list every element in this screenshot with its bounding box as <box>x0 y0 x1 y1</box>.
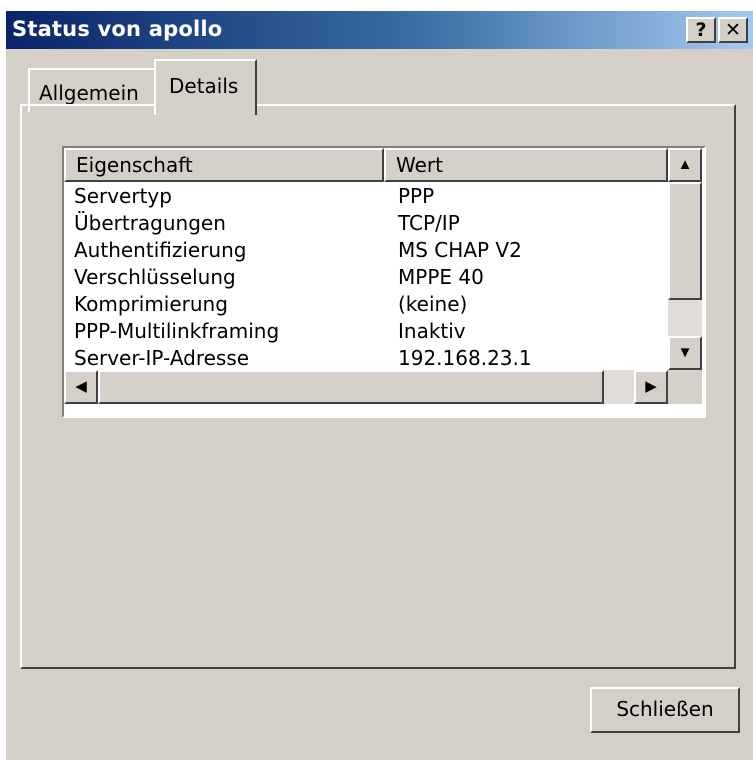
property-name: Komprimierung <box>74 292 228 316</box>
property-name: Übertragungen <box>74 211 226 235</box>
close-window-button[interactable]: ✕ <box>718 17 748 43</box>
title-bar[interactable]: Status von apollo ? ✕ <box>6 11 753 49</box>
property-name: Servertyp <box>74 184 172 208</box>
list-item[interactable]: Servertyp PPP <box>64 182 668 209</box>
list-item[interactable]: Authentifizierung MS CHAP V2 <box>64 236 668 263</box>
property-value: TCP/IP <box>398 211 460 235</box>
property-name: PPP-Multilinkframing <box>74 319 280 343</box>
property-name: Authentifizierung <box>74 238 247 262</box>
vertical-scroll-thumb[interactable] <box>668 182 702 300</box>
scroll-down-icon[interactable]: ▼ <box>668 336 702 370</box>
close-button[interactable]: Schließen <box>590 687 740 733</box>
column-header-eigenschaft[interactable]: Eigenschaft <box>64 148 384 182</box>
horizontal-scroll-thumb[interactable] <box>98 370 604 404</box>
list-item[interactable]: PPP-Multilinkframing Inaktiv <box>64 317 668 344</box>
help-button[interactable]: ? <box>686 17 716 43</box>
list-item[interactable]: Komprimierung (keine) <box>64 290 668 317</box>
property-value: (keine) <box>398 292 468 316</box>
properties-list[interactable]: Eigenschaft Wert Servertyp PPP Übertragu… <box>62 146 706 418</box>
column-header-wert[interactable]: Wert <box>384 148 668 182</box>
list-item[interactable]: Übertragungen TCP/IP <box>64 209 668 236</box>
scroll-left-icon[interactable]: ◀ <box>64 370 98 404</box>
property-name: Server-IP-Adresse <box>74 346 250 370</box>
property-value: PPP <box>398 184 435 208</box>
list-rows: Servertyp PPP Übertragungen TCP/IP Authe… <box>64 182 668 370</box>
property-name: Verschlüsselung <box>74 265 236 289</box>
horizontal-scrollbar[interactable]: ◀ ▶ <box>64 370 668 404</box>
scroll-right-icon[interactable]: ▶ <box>634 370 668 404</box>
list-item[interactable]: Server-IP-Adresse 192.168.23.1 <box>64 344 668 370</box>
property-value: MS CHAP V2 <box>398 238 522 262</box>
scrollbar-corner <box>668 370 702 404</box>
vertical-scrollbar[interactable]: ▲ ▼ <box>668 148 702 370</box>
tab-details[interactable]: Details <box>154 59 257 115</box>
window-title: Status von apollo <box>12 17 223 41</box>
list-item[interactable]: Verschlüsselung MPPE 40 <box>64 263 668 290</box>
scroll-up-icon[interactable]: ▲ <box>668 148 702 182</box>
property-value: MPPE 40 <box>398 265 484 289</box>
property-value: 192.168.23.1 <box>398 346 532 370</box>
property-value: Inaktiv <box>398 319 466 343</box>
